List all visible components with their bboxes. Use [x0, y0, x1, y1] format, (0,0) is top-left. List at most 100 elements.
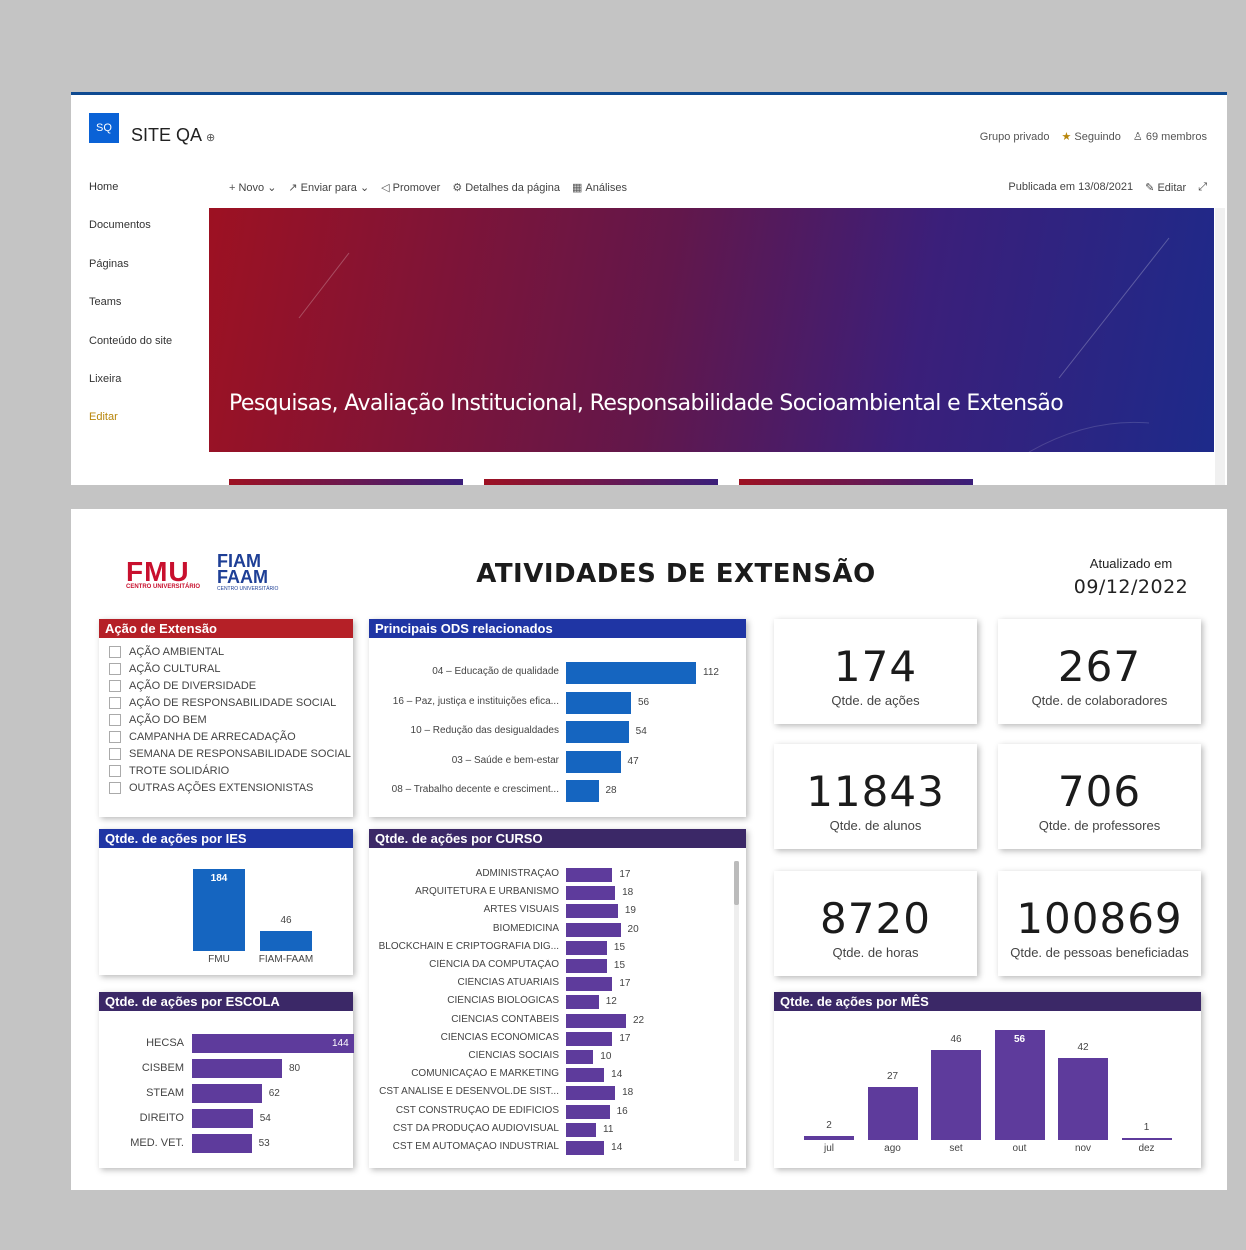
checkbox-icon[interactable]: [109, 680, 121, 693]
bar[interactable]: [192, 1109, 253, 1128]
bar[interactable]: [566, 922, 621, 937]
bar[interactable]: [566, 1031, 613, 1046]
new-button[interactable]: + Novo ⌄: [229, 181, 276, 194]
data-label: 56: [1013, 1034, 1026, 1045]
edit-button[interactable]: ✎ Editar: [1145, 181, 1186, 194]
bar[interactable]: [566, 662, 696, 684]
bar[interactable]: [566, 1068, 605, 1083]
slicer-item[interactable]: SEMANA DE RESPONSABILIDADE SOCIAL: [109, 745, 353, 762]
site-logo[interactable]: SQ: [89, 113, 119, 143]
bar[interactable]: [566, 1013, 626, 1028]
kpi-card-colaboradores: 267 Qtde. de colaboradores: [998, 619, 1201, 724]
category-label: CST EM AUTOMAÇÃO INDUSTRIAL: [392, 1141, 559, 1152]
slicer-item[interactable]: AÇÃO AMBIENTAL: [109, 644, 353, 661]
slicer-item[interactable]: AÇÃO DE RESPONSABILIDADE SOCIAL: [109, 695, 353, 712]
bar[interactable]: [260, 930, 312, 951]
slicer-item-label: CAMPANHA DE ARRECADAÇÃO: [129, 730, 296, 743]
nav-item-lixeira[interactable]: Lixeira: [89, 373, 172, 411]
news-tile[interactable]: [484, 479, 718, 485]
bar[interactable]: [994, 1030, 1045, 1140]
bar[interactable]: [566, 1122, 596, 1137]
category-label: 08 – Trabalho decente e cresciment...: [391, 784, 559, 795]
kpi-label: Qtde. de ações: [831, 693, 920, 708]
bar[interactable]: [566, 868, 613, 882]
checkbox-icon[interactable]: [109, 730, 121, 743]
checkbox-icon[interactable]: [109, 781, 121, 794]
nav-item-documentos[interactable]: Documentos: [89, 219, 172, 257]
checkbox-icon[interactable]: [109, 714, 121, 726]
send-to-label: Enviar para: [300, 182, 357, 194]
curso-scroll-track[interactable]: [734, 861, 739, 1161]
bar[interactable]: [566, 1141, 605, 1155]
bar[interactable]: [566, 1086, 616, 1101]
slicer-item[interactable]: AÇÃO DO BEM: [109, 712, 353, 729]
data-label: 12: [605, 996, 617, 1008]
kpi-card-acoes: 174 Qtde. de ações: [774, 619, 977, 724]
following-label: Seguindo: [1074, 131, 1121, 143]
analytics-button[interactable]: ▦ Análises: [572, 181, 627, 194]
following-button[interactable]: ★ Seguindo: [1061, 130, 1120, 143]
category-label: HECSA: [146, 1036, 184, 1049]
bar[interactable]: [566, 721, 629, 743]
nav-edit-link[interactable]: Editar: [89, 411, 172, 449]
news-tile[interactable]: [739, 479, 973, 485]
bar[interactable]: [566, 780, 599, 802]
bar[interactable]: [566, 959, 607, 973]
bar[interactable]: [1058, 1057, 1108, 1140]
category-label: ADMINISTRAÇÃO: [475, 868, 559, 879]
bar[interactable]: [867, 1086, 918, 1140]
bar[interactable]: [192, 1084, 262, 1103]
promote-button[interactable]: ◁ Promover: [381, 181, 440, 194]
nav-item-teams[interactable]: Teams: [89, 296, 172, 334]
bar[interactable]: [192, 1034, 354, 1053]
news-tile[interactable]: [229, 479, 463, 485]
data-label: 14: [611, 1069, 623, 1081]
page-details-label: Detalhes da página: [465, 182, 560, 194]
slicer-item[interactable]: TROTE SOLIDÁRIO: [109, 762, 353, 779]
slicer-item[interactable]: CAMPANHA DE ARRECADAÇÃO: [109, 728, 353, 745]
bar[interactable]: [566, 995, 599, 1010]
bar[interactable]: [566, 977, 613, 992]
bar[interactable]: [566, 886, 616, 901]
bar[interactable]: [566, 1050, 594, 1064]
slicer-item[interactable]: AÇÃO DE DIVERSIDADE: [109, 678, 353, 695]
bar[interactable]: [192, 1059, 282, 1078]
data-label: 22: [633, 1014, 645, 1026]
checkbox-icon[interactable]: [109, 663, 121, 676]
data-label: 11: [603, 1123, 614, 1135]
page-scrollbar[interactable]: [1215, 208, 1225, 485]
bar[interactable]: [566, 691, 631, 714]
slicer-item-label: AÇÃO DE RESPONSABILIDADE SOCIAL: [129, 697, 337, 710]
bar[interactable]: [192, 1134, 252, 1153]
bar[interactable]: [566, 750, 621, 773]
bar[interactable]: [566, 904, 618, 919]
site-header-actions: Grupo privado ★ Seguindo ♙ 69 membros: [980, 130, 1207, 144]
nav-item-home[interactable]: Home: [89, 181, 172, 219]
bar[interactable]: [804, 1136, 854, 1140]
curso-scroll-thumb[interactable]: [734, 861, 739, 905]
bar[interactable]: [1121, 1138, 1172, 1141]
slicer-item-label: SEMANA DE RESPONSABILIDADE SOCIAL: [129, 747, 351, 760]
category-label: FIAM-FAAM: [258, 954, 314, 965]
bar[interactable]: [566, 1104, 610, 1119]
category-label: MED. VET.: [130, 1136, 184, 1149]
nav-item-paginas[interactable]: Páginas: [89, 258, 172, 296]
send-to-button[interactable]: ↗ Enviar para ⌄: [288, 181, 369, 194]
data-label: 15: [613, 960, 626, 971]
promote-label: Promover: [392, 182, 441, 194]
nav-item-conteudo[interactable]: Conteúdo do site: [89, 335, 172, 373]
members-button[interactable]: ♙ 69 membros: [1133, 130, 1207, 143]
expand-icon[interactable]: ⤢: [1198, 181, 1207, 194]
checkbox-icon[interactable]: [109, 697, 121, 710]
data-label: 14: [611, 1142, 623, 1153]
data-label: 46: [950, 1033, 962, 1045]
slicer-item[interactable]: OUTRAS AÇÕES EXTENSIONISTAS: [109, 779, 353, 796]
checkbox-icon[interactable]: [109, 747, 121, 760]
page-details-button[interactable]: ⚙ Detalhes da página: [452, 181, 560, 194]
checkbox-icon[interactable]: [109, 646, 121, 659]
slicer-item[interactable]: AÇÃO CULTURAL: [109, 661, 353, 678]
site-name[interactable]: SITE QA ⊕: [131, 125, 215, 146]
bar[interactable]: [931, 1049, 981, 1140]
bar[interactable]: [566, 940, 607, 955]
checkbox-icon[interactable]: [109, 764, 121, 777]
